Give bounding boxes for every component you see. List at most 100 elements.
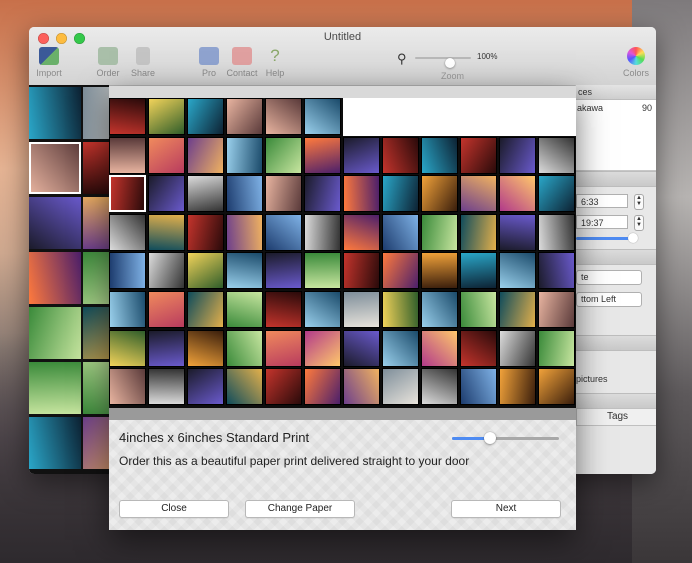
photo-thumbnail[interactable] — [187, 98, 224, 135]
photo-thumbnail[interactable] — [148, 213, 185, 251]
time-end-field[interactable]: 19:37 — [576, 215, 628, 229]
photo-thumbnail[interactable] — [29, 252, 81, 304]
photo-thumbnail[interactable] — [148, 98, 185, 135]
places-table[interactable]: akawa 90 — [576, 100, 656, 171]
photo-thumbnail[interactable] — [109, 329, 146, 367]
photo-thumbnail[interactable] — [265, 136, 302, 174]
order-button[interactable]: Order — [88, 47, 128, 78]
photo-thumbnail[interactable] — [148, 329, 185, 367]
photo-thumbnail[interactable] — [304, 175, 341, 213]
photo-thumbnail[interactable] — [343, 213, 380, 251]
time-start-stepper[interactable]: ▲ ▼ — [634, 194, 644, 210]
photo-thumbnail[interactable] — [226, 136, 263, 174]
photo-thumbnail[interactable] — [343, 136, 380, 174]
position-select[interactable]: ttom Left — [576, 292, 642, 307]
photo-thumbnail[interactable] — [226, 368, 263, 406]
photo-thumbnail[interactable] — [382, 175, 419, 213]
photo-thumbnail[interactable] — [382, 368, 419, 406]
photo-thumbnail[interactable] — [187, 252, 224, 290]
photo-thumbnail[interactable] — [148, 368, 185, 406]
photo-thumbnail[interactable] — [343, 175, 380, 213]
photo-thumbnail[interactable] — [343, 291, 380, 328]
photo-thumbnail[interactable] — [226, 98, 263, 135]
photo-thumbnail[interactable] — [421, 291, 458, 328]
photo-thumbnail[interactable] — [83, 307, 109, 359]
photo-thumbnail[interactable] — [109, 175, 146, 213]
style-select[interactable]: te — [576, 270, 642, 285]
photo-thumbnail[interactable] — [226, 291, 263, 328]
photo-thumbnail[interactable] — [499, 175, 536, 213]
photo-thumbnail[interactable] — [538, 329, 575, 367]
photo-thumbnail[interactable] — [226, 329, 263, 367]
photo-thumbnail[interactable] — [499, 368, 536, 406]
photo-thumbnail[interactable] — [460, 136, 497, 174]
photo-thumbnail[interactable] — [538, 136, 575, 174]
photo-thumbnail[interactable] — [109, 213, 146, 251]
photo-thumbnail[interactable] — [226, 175, 263, 213]
colors-button[interactable]: Colors — [616, 47, 656, 78]
photo-thumbnail[interactable] — [421, 136, 458, 174]
photo-thumbnail[interactable] — [148, 291, 185, 328]
photo-thumbnail[interactable] — [29, 197, 81, 249]
photo-thumbnail[interactable] — [460, 329, 497, 367]
photo-thumbnail[interactable] — [187, 291, 224, 328]
photo-thumbnail[interactable] — [382, 252, 419, 290]
close-button[interactable]: Close — [119, 500, 229, 518]
change-paper-button[interactable]: Change Paper — [245, 500, 355, 518]
photo-thumbnail[interactable] — [421, 175, 458, 213]
photo-thumbnail[interactable] — [421, 213, 458, 251]
next-button[interactable]: Next — [451, 500, 561, 518]
photo-thumbnail[interactable] — [265, 329, 302, 367]
photo-thumbnail[interactable] — [421, 252, 458, 290]
help-button[interactable]: ? Help — [255, 47, 295, 79]
photo-thumbnail[interactable] — [29, 362, 81, 414]
photo-thumbnail[interactable] — [187, 368, 224, 406]
photo-thumbnail[interactable] — [109, 136, 146, 174]
photo-thumbnail[interactable] — [265, 175, 302, 213]
import-button[interactable]: Import — [29, 47, 69, 78]
photo-thumbnail[interactable] — [29, 307, 81, 359]
photo-thumbnail[interactable] — [83, 87, 109, 139]
photo-thumbnail[interactable] — [538, 291, 575, 328]
photo-thumbnail[interactable] — [460, 291, 497, 328]
photo-thumbnail[interactable] — [304, 213, 341, 251]
photo-thumbnail[interactable] — [83, 417, 109, 469]
photo-thumbnail[interactable] — [304, 136, 341, 174]
photo-thumbnail[interactable] — [83, 252, 109, 304]
photo-thumbnail[interactable] — [187, 175, 224, 213]
photo-thumbnail[interactable] — [265, 368, 302, 406]
print-size-slider-knob[interactable] — [484, 432, 496, 444]
time-start-field[interactable]: 6:33 — [576, 194, 628, 208]
photo-thumbnail[interactable] — [109, 291, 146, 328]
photo-thumbnail[interactable] — [499, 291, 536, 328]
photo-thumbnail[interactable] — [265, 213, 302, 251]
photo-thumbnail[interactable] — [343, 252, 380, 290]
print-size-slider[interactable] — [452, 432, 559, 444]
photo-thumbnail[interactable] — [304, 291, 341, 328]
photo-thumbnail[interactable] — [83, 197, 109, 249]
photo-thumbnail[interactable] — [109, 368, 146, 406]
photo-thumbnail[interactable] — [538, 368, 575, 406]
zoom-slider[interactable] — [415, 57, 471, 68]
photo-thumbnail[interactable] — [304, 98, 341, 135]
photo-thumbnail[interactable] — [499, 329, 536, 367]
photo-thumbnail[interactable] — [226, 252, 263, 290]
photo-thumbnail[interactable] — [460, 175, 497, 213]
photo-thumbnail[interactable] — [343, 368, 380, 406]
photo-thumbnail[interactable] — [421, 329, 458, 367]
photo-thumbnail[interactable] — [499, 213, 536, 251]
photo-thumbnail[interactable] — [499, 252, 536, 290]
photo-thumbnail[interactable] — [265, 291, 302, 328]
time-end-stepper[interactable]: ▲ ▼ — [634, 215, 644, 231]
photo-thumbnail[interactable] — [83, 142, 109, 194]
photo-thumbnail[interactable] — [29, 87, 81, 139]
photo-thumbnail[interactable] — [538, 175, 575, 213]
photo-thumbnail[interactable] — [187, 329, 224, 367]
photo-thumbnail[interactable] — [265, 252, 302, 290]
photo-thumbnail[interactable] — [382, 136, 419, 174]
photo-thumbnail[interactable] — [109, 252, 146, 290]
zoom-slider-knob[interactable] — [445, 58, 455, 68]
photo-thumbnail[interactable] — [83, 362, 109, 414]
photo-thumbnail[interactable] — [538, 252, 575, 290]
share-button[interactable]: Share — [123, 47, 163, 78]
